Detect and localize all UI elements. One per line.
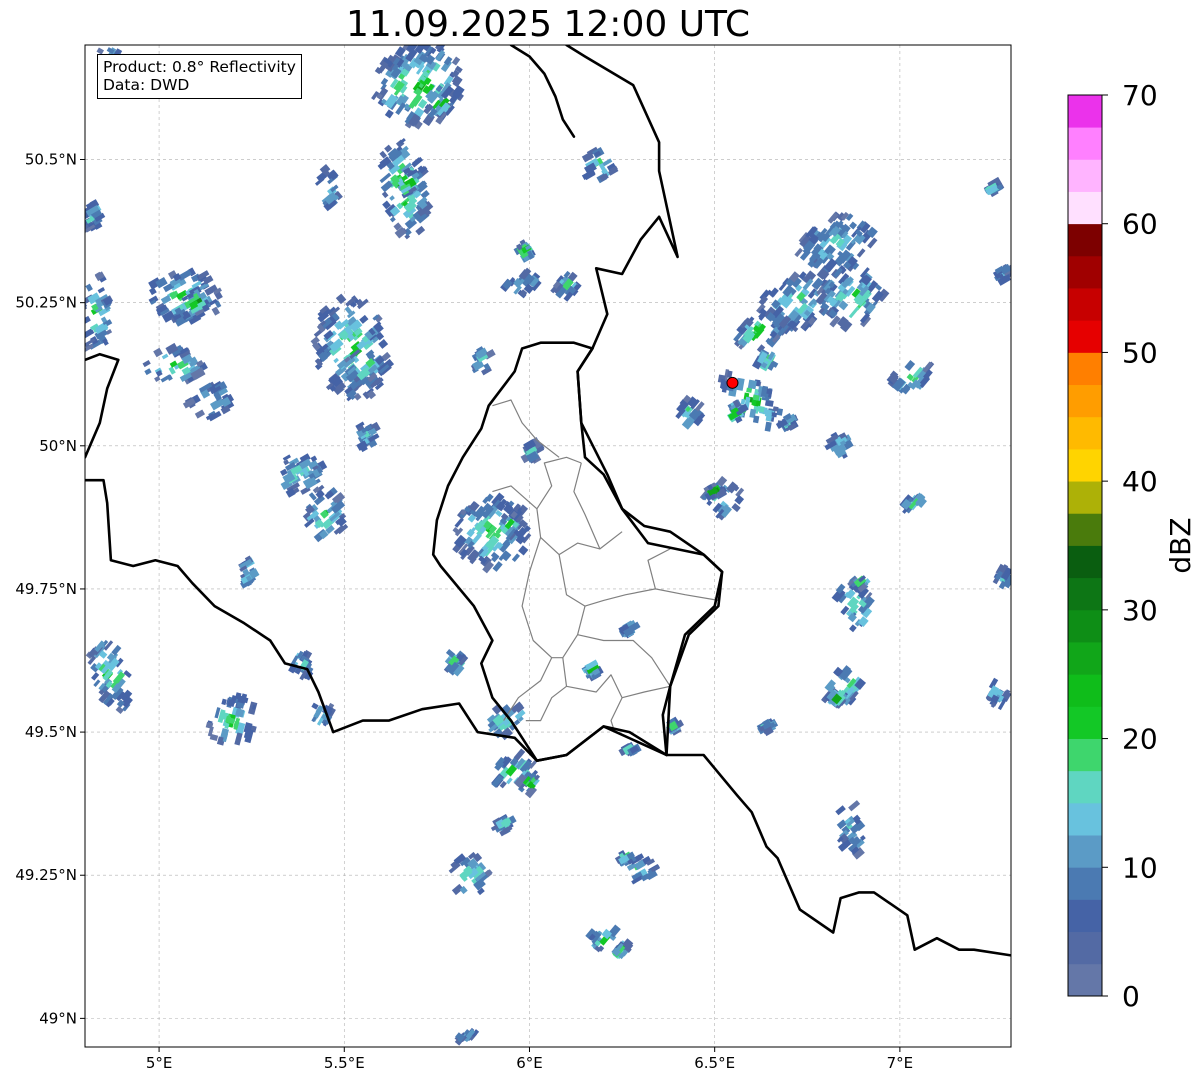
colorbar-tick-label: 0 bbox=[1122, 980, 1140, 1013]
colorbar-tick-label: 50 bbox=[1122, 336, 1158, 369]
colorbar-segment bbox=[1068, 223, 1102, 257]
echo-pixel bbox=[751, 399, 757, 406]
lat-tick-label: 49.75°N bbox=[15, 580, 77, 598]
colorbar-tick-label: 20 bbox=[1122, 723, 1158, 756]
lat-tick-label: 50.5°N bbox=[25, 151, 77, 169]
colorbar-segment bbox=[1068, 255, 1102, 289]
colorbar-segment bbox=[1068, 448, 1102, 482]
radar-site-marker bbox=[726, 376, 739, 389]
colorbar-segment bbox=[1068, 802, 1102, 836]
colorbar-segment bbox=[1068, 963, 1102, 997]
colorbar-segment bbox=[1068, 867, 1102, 900]
colorbar-segment bbox=[1068, 706, 1102, 739]
echo-pixel bbox=[771, 412, 778, 418]
colorbar-tick-label: 10 bbox=[1122, 851, 1158, 884]
lon-tick-label: 6.5°E bbox=[694, 1054, 735, 1072]
colorbar-tick-label: 60 bbox=[1122, 208, 1158, 241]
colorbar-segment bbox=[1068, 416, 1102, 450]
colorbar-segment bbox=[1068, 899, 1102, 933]
colorbar-unit-label: dBZ bbox=[1164, 517, 1197, 573]
data-source-label: Data: DWD bbox=[103, 76, 190, 94]
colorbar-segment bbox=[1068, 738, 1102, 772]
colorbar-tick-label: 40 bbox=[1122, 465, 1158, 498]
colorbar-segment bbox=[1068, 191, 1102, 225]
colorbar-segment bbox=[1068, 481, 1102, 514]
colorbar-segment bbox=[1068, 642, 1102, 675]
colorbar-segment bbox=[1068, 609, 1102, 643]
echo-pixel bbox=[764, 409, 773, 418]
colorbar-segment bbox=[1068, 770, 1102, 804]
colorbar-segment bbox=[1068, 320, 1102, 353]
colorbar-tick-label: 70 bbox=[1122, 79, 1158, 112]
colorbar-segment bbox=[1068, 577, 1102, 611]
colorbar-segment bbox=[1068, 931, 1102, 965]
colorbar-tick-label: 30 bbox=[1122, 594, 1158, 627]
colorbar: 0 10 20 30 40 50 60 70 dBZ bbox=[1067, 79, 1197, 1013]
colorbar-segment bbox=[1068, 352, 1102, 386]
colorbar-segment bbox=[1068, 545, 1102, 579]
map-background bbox=[85, 45, 1011, 1047]
lat-tick-label: 50.25°N bbox=[15, 294, 77, 312]
product-label: Product: 0.8° Reflectivity bbox=[103, 58, 296, 76]
lat-tick-label: 49°N bbox=[39, 1009, 77, 1027]
lat-tick-label: 50°N bbox=[39, 437, 77, 455]
echo-pixel bbox=[746, 387, 753, 393]
radar-map: 5°E 5.5°E 6°E 6.5°E 7°E 50.5°N 50.25°N 50°N 49.7… bbox=[15, 44, 1197, 1072]
colorbar-segment bbox=[1068, 674, 1102, 707]
colorbar-segment bbox=[1068, 513, 1102, 546]
colorbar-segment bbox=[1068, 127, 1102, 160]
colorbar-segment bbox=[1068, 288, 1102, 321]
lon-tick-label: 5°E bbox=[146, 1054, 173, 1072]
echo-pixel bbox=[747, 379, 757, 390]
colorbar-segment bbox=[1068, 384, 1102, 418]
colorbar-segment bbox=[1068, 835, 1102, 868]
lon-tick-label: 7°E bbox=[887, 1054, 914, 1072]
lon-tick-label: 5.5°E bbox=[324, 1054, 365, 1072]
colorbar-segment bbox=[1068, 159, 1102, 192]
lat-tick-label: 49.5°N bbox=[25, 723, 77, 741]
lon-tick-label: 6°E bbox=[516, 1054, 543, 1072]
echo-pixel bbox=[772, 406, 779, 412]
info-box: Product: 0.8° Reflectivity Data: DWD bbox=[97, 54, 302, 99]
lat-tick-label: 49.25°N bbox=[15, 866, 77, 884]
echo-pixel bbox=[752, 394, 760, 401]
radar-site-dot bbox=[726, 376, 739, 389]
echo-pixel bbox=[757, 405, 765, 413]
colorbar-segment bbox=[1068, 95, 1102, 128]
